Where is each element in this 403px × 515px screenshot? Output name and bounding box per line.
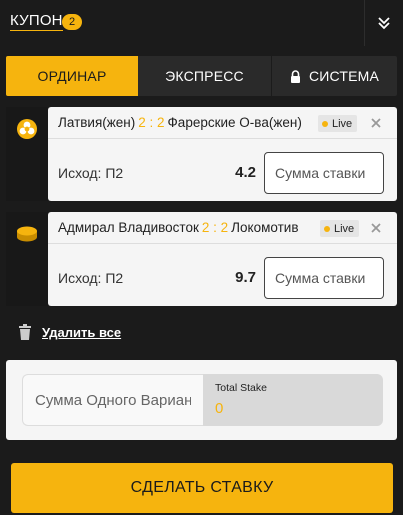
match-row: Адмирал Владивосток 2 : 2 Локомотив Live: [48, 212, 397, 244]
tab-express[interactable]: ЭКСПРЕСС: [138, 56, 272, 96]
coupon-title[interactable]: КУПОН: [10, 12, 63, 31]
tab-ordinar[interactable]: ОРДИНАР: [6, 56, 138, 96]
close-icon: [371, 223, 381, 233]
outcome: Исход: П2: [58, 270, 124, 286]
single-stake-input[interactable]: [22, 374, 203, 426]
coupon-count-badge: 2: [62, 14, 82, 30]
place-bet-button[interactable]: СДЕЛАТЬ СТАВКУ: [11, 463, 393, 513]
close-icon: [371, 118, 381, 128]
total-stake: Total Stake 0: [203, 374, 383, 426]
total-stake-value: 0: [215, 400, 224, 417]
odds-value: 4.2: [235, 164, 256, 181]
double-chevron-down-icon: [378, 17, 390, 30]
bet-type-tabs: ОРДИНАР ЭКСПРЕСС СИСТЕМА: [6, 56, 397, 96]
sport-column: [6, 107, 48, 201]
bet-card: Латвия(жен) 2 : 2 Фарерские О-ва(жен) Live…: [6, 107, 397, 201]
outcome: Исход: П2: [58, 165, 124, 181]
sport-column: [6, 212, 48, 306]
volleyball-icon: [17, 119, 37, 139]
stake-input[interactable]: [264, 152, 384, 194]
live-badge: Live: [320, 220, 360, 237]
match-row: Латвия(жен) 2 : 2 Фарерские О-ва(жен) Live: [48, 107, 397, 139]
coupon-header: КУПОН 2: [0, 0, 403, 46]
odds-value: 9.7: [235, 269, 256, 286]
live-badge: Live: [318, 115, 358, 132]
bet-body: Латвия(жен) 2 : 2 Фарерские О-ва(жен) Live…: [48, 107, 397, 201]
lock-icon: [290, 69, 300, 83]
live-dot-icon: [322, 120, 328, 127]
delete-all-button[interactable]: Удалить все: [18, 324, 121, 340]
score: 2 : 2: [201, 220, 229, 235]
remove-bet-button[interactable]: [368, 220, 384, 236]
stake-input[interactable]: [264, 257, 384, 299]
trash-icon: [19, 324, 31, 340]
live-dot-icon: [324, 225, 330, 232]
match-name[interactable]: Адмирал Владивосток 2 : 2 Локомотив: [58, 220, 299, 235]
score: 2 : 2: [138, 115, 165, 130]
remove-bet-button[interactable]: [368, 115, 384, 131]
match-name[interactable]: Латвия(жен) 2 : 2 Фарерские О-ва(жен): [58, 115, 302, 130]
tab-system[interactable]: СИСТЕМА: [272, 56, 397, 96]
bet-card: Адмирал Владивосток 2 : 2 Локомотив Live И…: [6, 212, 397, 306]
total-stake-label: Total Stake: [215, 382, 267, 394]
bet-body: Адмирал Владивосток 2 : 2 Локомотив Live И…: [48, 212, 397, 306]
hockey-puck-icon: [17, 226, 37, 242]
delete-all-label: Удалить все: [42, 324, 122, 340]
collapse-button[interactable]: [364, 0, 403, 46]
stake-box: Total Stake 0: [6, 360, 397, 440]
